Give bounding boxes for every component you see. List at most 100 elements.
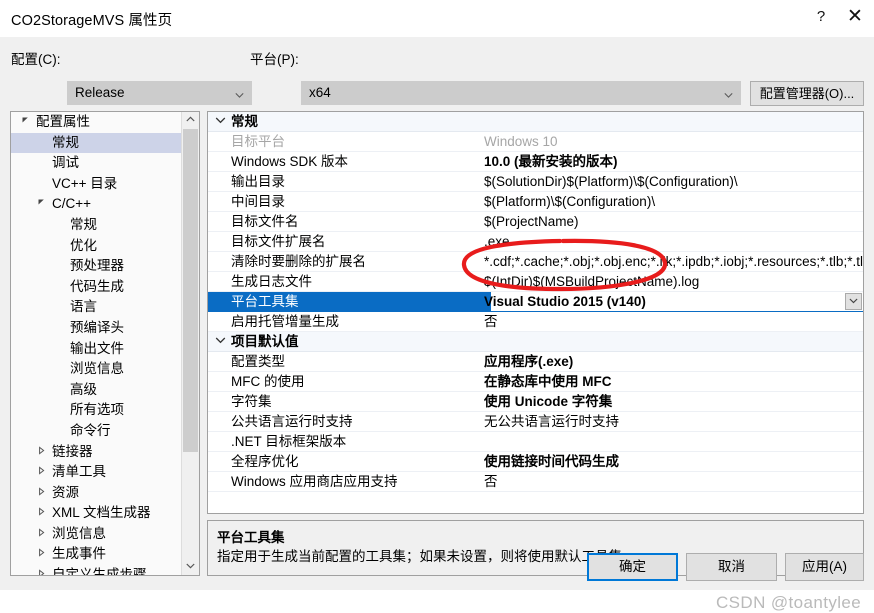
tree-item-label: 浏览信息: [70, 361, 124, 377]
property-value[interactable]: [484, 432, 863, 451]
tree-item[interactable]: 资源: [11, 483, 183, 504]
property-row[interactable]: 平台工具集 Visual Studio 2015 (v140): [208, 292, 863, 312]
property-value[interactable]: 无公共语言运行时支持: [484, 412, 863, 431]
category-expanded-icon[interactable]: [213, 332, 227, 351]
property-row[interactable]: 字符集 使用 Unicode 字符集: [208, 392, 863, 412]
property-name: .NET 目标框架版本: [231, 434, 347, 449]
twisty-expanded-icon[interactable]: [17, 112, 33, 133]
tree-item[interactable]: 浏览信息: [11, 359, 183, 380]
twisty-expanded-icon[interactable]: [33, 194, 49, 215]
property-value[interactable]: $(IntDir)$(MSBuildProjectName).log: [484, 272, 863, 291]
tree-item-label: 浏览信息: [52, 525, 106, 541]
property-value-dropdown-icon[interactable]: [845, 293, 862, 310]
twisty-collapsed-icon[interactable]: [33, 483, 49, 504]
ok-button[interactable]: 确定: [587, 553, 678, 581]
watermark: CSDN @toantylee: [716, 593, 862, 612]
property-value[interactable]: 在静态库中使用 MFC: [484, 372, 863, 391]
tree-scrollbar-thumb[interactable]: [183, 129, 198, 452]
twisty-collapsed-icon[interactable]: [33, 565, 49, 575]
property-value[interactable]: .exe: [484, 232, 863, 251]
scroll-up-icon[interactable]: [182, 112, 199, 129]
property-name: 配置类型: [231, 354, 285, 369]
tree-item[interactable]: 预处理器: [11, 256, 183, 277]
property-row[interactable]: 生成日志文件 $(IntDir)$(MSBuildProjectName).log: [208, 272, 863, 292]
property-name: 中间目录: [231, 194, 285, 209]
tree-item-label: 输出文件: [70, 340, 124, 356]
property-row[interactable]: 公共语言运行时支持 无公共语言运行时支持: [208, 412, 863, 432]
tree-item-label: 常规: [70, 216, 97, 232]
tree-item-label: 代码生成: [70, 278, 124, 294]
property-value[interactable]: $(ProjectName): [484, 212, 863, 231]
property-row[interactable]: Windows SDK 版本 10.0 (最新安装的版本): [208, 152, 863, 172]
tree-item[interactable]: 浏览信息: [11, 524, 183, 545]
property-value[interactable]: 应用程序(.exe): [484, 352, 863, 371]
property-row[interactable]: 配置类型 应用程序(.exe): [208, 352, 863, 372]
tree-item[interactable]: 预编译头: [11, 318, 183, 339]
tree-item[interactable]: 命令行: [11, 421, 183, 442]
window-title: CO2StorageMVS 属性页: [11, 13, 173, 29]
property-value[interactable]: Visual Studio 2015 (v140): [484, 292, 863, 311]
tree-item-label: 命令行: [70, 422, 111, 438]
property-row[interactable]: MFC 的使用 在静态库中使用 MFC: [208, 372, 863, 392]
tree-item[interactable]: VC++ 目录: [11, 174, 183, 195]
tree-item[interactable]: 优化: [11, 236, 183, 257]
property-value[interactable]: $(Platform)\$(Configuration)\: [484, 192, 863, 211]
property-row[interactable]: 输出目录 $(SolutionDir)$(Platform)\$(Configur…: [208, 172, 863, 192]
twisty-collapsed-icon[interactable]: [33, 503, 49, 524]
tree-item-label: VC++ 目录: [52, 175, 118, 191]
tree-item[interactable]: 清单工具: [11, 462, 183, 483]
property-name: 输出目录: [231, 174, 285, 189]
apply-button[interactable]: 应用(A): [785, 553, 864, 581]
tree-item[interactable]: 生成事件: [11, 544, 183, 565]
property-value[interactable]: *.cdf;*.cache;*.obj;*.obj.enc;*.ilk;*.ip…: [484, 252, 863, 271]
twisty-collapsed-icon[interactable]: [33, 544, 49, 565]
property-row[interactable]: 清除时要删除的扩展名 *.cdf;*.cache;*.obj;*.obj.enc;…: [208, 252, 863, 272]
twisty-collapsed-icon[interactable]: [33, 524, 49, 545]
property-value[interactable]: Windows 10: [484, 132, 863, 151]
property-category-header[interactable]: 常规: [208, 112, 863, 132]
tree-item[interactable]: 调试: [11, 153, 183, 174]
close-icon[interactable]: ✕: [832, 0, 874, 34]
property-row[interactable]: .NET 目标框架版本: [208, 432, 863, 452]
property-value[interactable]: 否: [484, 472, 863, 491]
tree-item-label: 预编译头: [70, 319, 124, 335]
property-category-header[interactable]: 项目默认值: [208, 332, 863, 352]
property-value[interactable]: 否: [484, 312, 863, 331]
tree-item[interactable]: 常规: [11, 132, 183, 154]
property-row[interactable]: 目标文件扩展名 .exe: [208, 232, 863, 252]
property-row[interactable]: Windows 应用商店应用支持 否: [208, 472, 863, 492]
property-value[interactable]: 使用 Unicode 字符集: [484, 392, 863, 411]
property-row[interactable]: 目标平台 Windows 10: [208, 132, 863, 152]
title-bar: CO2StorageMVS 属性页 ? ✕: [0, 0, 874, 37]
tree-scrollbar[interactable]: [181, 112, 199, 575]
twisty-collapsed-icon[interactable]: [33, 462, 49, 483]
property-row[interactable]: 目标文件名 $(ProjectName): [208, 212, 863, 232]
configuration-label: 配置(C):: [11, 52, 61, 67]
tree-item[interactable]: 代码生成: [11, 277, 183, 298]
configuration-manager-button[interactable]: 配置管理器(O)...: [750, 81, 864, 106]
cancel-button[interactable]: 取消: [686, 553, 777, 581]
property-row[interactable]: 中间目录 $(Platform)\$(Configuration)\: [208, 192, 863, 212]
configuration-dropdown[interactable]: Release: [67, 81, 252, 105]
tree-item[interactable]: XML 文档生成器: [11, 503, 183, 524]
tree-item[interactable]: 高级: [11, 380, 183, 401]
tree-item[interactable]: 常规: [11, 215, 183, 236]
tree-item[interactable]: 所有选项: [11, 400, 183, 421]
tree-item[interactable]: 自定义生成步骤: [11, 565, 183, 575]
scroll-down-icon[interactable]: [182, 558, 199, 575]
property-row[interactable]: 全程序优化 使用链接时间代码生成: [208, 452, 863, 472]
tree-item[interactable]: 输出文件: [11, 339, 183, 360]
property-row[interactable]: 启用托管增量生成 否: [208, 312, 863, 332]
platform-dropdown[interactable]: x64: [301, 81, 741, 105]
chevron-down-icon: [235, 89, 244, 98]
property-value[interactable]: 使用链接时间代码生成: [484, 452, 863, 471]
property-value[interactable]: $(SolutionDir)$(Platform)\$(Configuratio…: [484, 172, 863, 191]
tree-item[interactable]: 配置属性: [11, 112, 183, 133]
twisty-collapsed-icon[interactable]: [33, 442, 49, 463]
property-value[interactable]: 10.0 (最新安装的版本): [484, 152, 863, 171]
tree-item-label: 清单工具: [52, 464, 106, 480]
tree-item[interactable]: 语言: [11, 297, 183, 318]
category-expanded-icon[interactable]: [213, 112, 227, 131]
tree-item[interactable]: C/C++: [11, 194, 183, 215]
tree-item[interactable]: 链接器: [11, 442, 183, 463]
